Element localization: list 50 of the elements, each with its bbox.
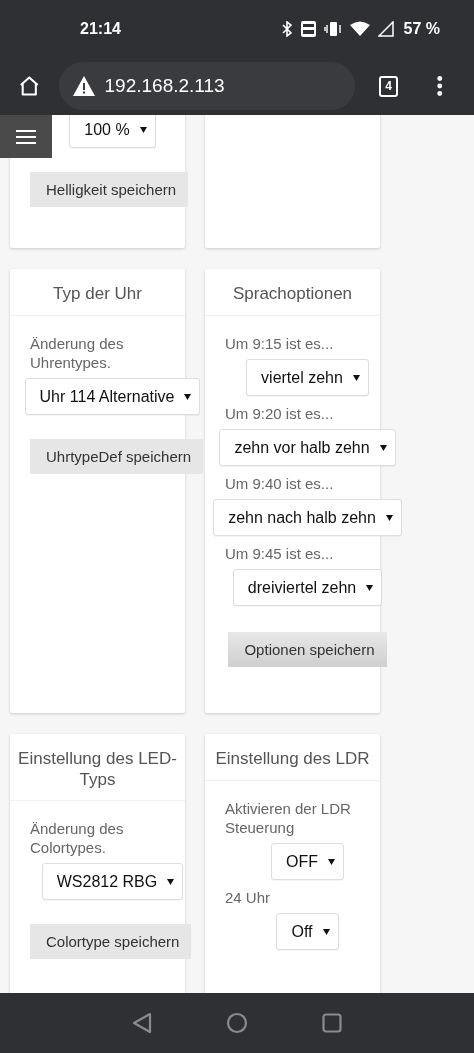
hamburger-menu-button[interactable] <box>0 115 52 158</box>
dropdown-select[interactable]: Uhr 114 Alternative <box>24 378 201 415</box>
card-title: Typ der Uhr <box>53 284 142 303</box>
caret-icon <box>139 126 147 133</box>
field-label: Aktivieren der LDR Steuerung <box>225 799 352 837</box>
card-title: Einstellung des LED-Typs <box>18 749 177 789</box>
save-button[interactable]: Helligkeit speichern <box>30 172 189 207</box>
save-button[interactable]: Colortype speichern <box>30 924 192 959</box>
caret-icon <box>366 584 374 591</box>
field-label: Um 9:15 ist es... <box>225 334 335 353</box>
dropdown-select[interactable]: Off <box>276 913 339 950</box>
address-bar[interactable]: 192.168.2.113 <box>58 62 355 110</box>
save-button[interactable]: Optionen speichern <box>228 632 387 667</box>
caret-icon <box>167 878 175 885</box>
back-icon[interactable] <box>132 1012 152 1034</box>
dropdown-select[interactable]: zehn vor halb zehn <box>219 429 396 466</box>
card-title: Sprachoptionen <box>232 284 353 303</box>
battery-percent: 57 % <box>403 19 440 38</box>
warning-icon <box>72 76 95 96</box>
tab-count-button[interactable]: 4 <box>378 75 399 97</box>
recents-icon[interactable] <box>322 1013 342 1033</box>
volte-icon <box>300 20 316 37</box>
field-label: Änderung des Uhrentypes. <box>30 334 125 372</box>
caret-icon <box>328 858 335 865</box>
clock-time: 21:14 <box>80 19 121 38</box>
home-icon[interactable] <box>18 74 41 98</box>
field-label: Um 9:40 ist es... <box>225 474 335 493</box>
signal-icon <box>377 20 394 37</box>
field-label: 24 Uhr <box>225 888 272 907</box>
save-button[interactable]: UhrtypeDef speichern <box>30 439 204 474</box>
hamburger-icon <box>16 128 36 145</box>
field-label: Um 9:20 ist es... <box>225 404 335 423</box>
field-label: Um 9:45 ist es... <box>225 544 335 563</box>
dropdown-select[interactable]: dreiviertel zehn <box>232 569 383 606</box>
dropdown-select[interactable]: WS2812 RBG <box>41 863 184 900</box>
dropdown-select[interactable]: viertel zehn <box>246 359 369 396</box>
caret-icon <box>385 514 393 521</box>
wifi-icon <box>349 20 370 37</box>
card-title: Einstellung des LDR <box>215 749 370 768</box>
caret-icon <box>352 374 360 381</box>
dropdown-select[interactable]: zehn nach halb zehn <box>213 499 402 536</box>
vibrate-icon <box>323 20 342 37</box>
dropdown-select[interactable]: 100 % <box>69 115 156 148</box>
field-label: Änderung des Colortypes. <box>30 819 125 857</box>
menu-icon[interactable] <box>436 74 444 98</box>
caret-icon <box>322 928 330 935</box>
dropdown-select[interactable]: OFF <box>271 843 344 880</box>
caret-icon <box>379 444 387 451</box>
caret-icon <box>184 393 192 400</box>
bluetooth-icon <box>280 20 293 37</box>
